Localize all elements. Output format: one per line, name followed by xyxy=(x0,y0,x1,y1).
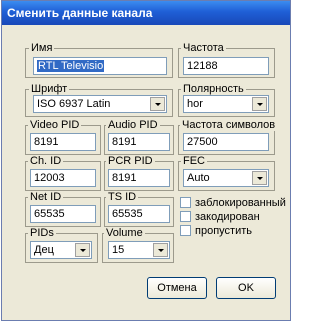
symbol-rate-input[interactable]: 27500 xyxy=(183,133,269,151)
encoded-label: закодирован xyxy=(195,211,260,223)
ch-id-label: Ch. ID xyxy=(28,155,64,167)
fec-value: Auto xyxy=(187,172,210,184)
chevron-down-icon[interactable] xyxy=(153,243,168,257)
chevron-down-icon[interactable] xyxy=(252,171,267,185)
polarity-value: hor xyxy=(187,98,203,110)
polarity-label: Полярность xyxy=(181,83,246,95)
name-label: Имя xyxy=(29,42,55,54)
font-select[interactable]: ISO 6937 Latin xyxy=(33,95,167,113)
encoded-checkbox[interactable] xyxy=(180,211,191,222)
net-id-label: Net ID xyxy=(28,191,64,203)
chevron-down-icon[interactable] xyxy=(252,97,267,111)
name-value: RTL Televisio xyxy=(37,60,105,72)
locked-label: заблокированный xyxy=(195,197,286,209)
audio-pid-label: Audio PID xyxy=(106,119,160,131)
volume-label: Volume xyxy=(104,227,145,239)
chevron-down-icon[interactable] xyxy=(75,243,90,257)
frequency-input[interactable]: 12188 xyxy=(183,57,269,75)
title-bar: Сменить данные канала xyxy=(2,1,290,25)
fec-select[interactable]: Auto xyxy=(183,169,269,187)
cancel-button[interactable]: Отмена xyxy=(147,277,207,299)
pids-select[interactable]: Дец xyxy=(30,241,92,259)
skip-checkbox[interactable] xyxy=(180,225,191,236)
ok-button[interactable]: OK xyxy=(216,277,276,299)
dialog-window: Сменить данные канала Имя RTL Televisio … xyxy=(1,0,291,321)
fec-label: FEC xyxy=(181,155,207,167)
name-input[interactable]: RTL Televisio xyxy=(33,57,167,75)
font-label: Шрифт xyxy=(29,83,70,95)
frequency-label: Частота xyxy=(181,42,226,54)
ts-id-label: TS ID xyxy=(106,191,139,203)
polarity-select[interactable]: hor xyxy=(183,95,269,113)
pids-value: Дец xyxy=(34,244,54,256)
skip-label: пропустить xyxy=(195,225,252,237)
pcr-pid-input[interactable]: 8191 xyxy=(108,169,170,187)
symbol-rate-label: Частота символов xyxy=(180,119,278,131)
video-pid-input[interactable]: 8191 xyxy=(30,133,96,151)
pids-label: PIDs xyxy=(28,227,56,239)
font-value: ISO 6937 Latin xyxy=(37,98,111,110)
audio-pid-input[interactable]: 8191 xyxy=(108,133,170,151)
video-pid-label: Video PID xyxy=(28,119,82,131)
volume-value: 15 xyxy=(112,244,125,256)
ch-id-input[interactable]: 12003 xyxy=(30,169,96,187)
locked-checkbox[interactable] xyxy=(180,197,191,208)
pcr-pid-label: PCR PID xyxy=(106,155,155,167)
ts-id-input[interactable]: 65535 xyxy=(108,205,170,223)
net-id-input[interactable]: 65535 xyxy=(30,205,96,223)
volume-select[interactable]: 15 xyxy=(108,241,170,259)
chevron-down-icon[interactable] xyxy=(150,97,165,111)
